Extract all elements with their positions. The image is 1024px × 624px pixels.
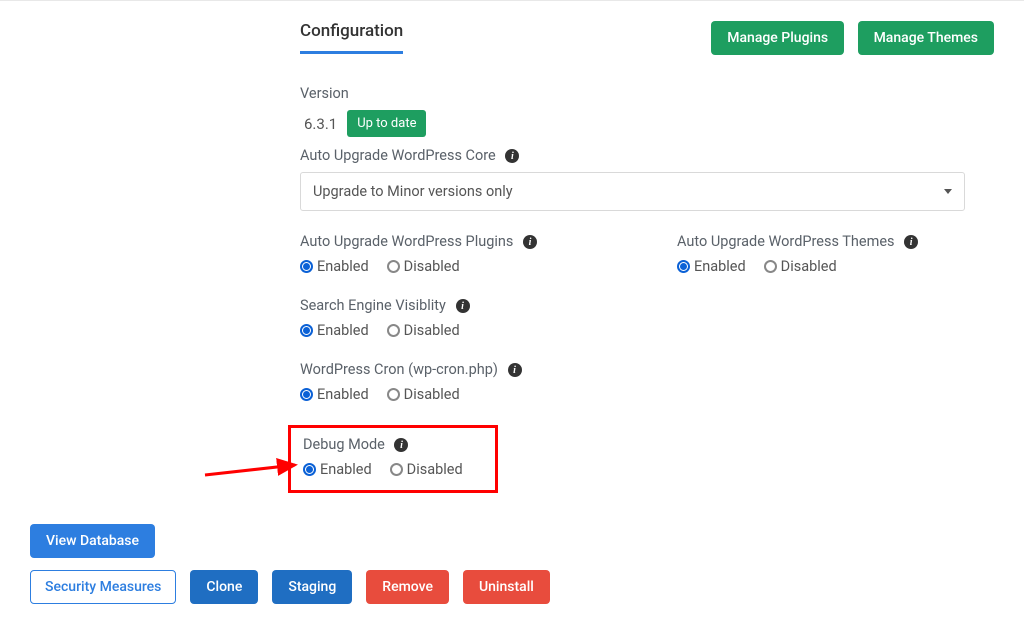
uninstall-button[interactable]: Uninstall bbox=[463, 570, 550, 604]
info-icon[interactable]: i bbox=[456, 299, 470, 313]
search-enabled-radio[interactable]: Enabled bbox=[300, 322, 369, 339]
clone-button[interactable]: Clone bbox=[190, 570, 258, 604]
version-label: Version bbox=[300, 85, 994, 102]
tab-configuration[interactable]: Configuration bbox=[300, 21, 403, 54]
debug-enabled-radio[interactable]: Enabled bbox=[303, 461, 372, 478]
themes-disabled-radio[interactable]: Disabled bbox=[764, 258, 837, 275]
bottom-actions: View Database Security Measures Clone St… bbox=[30, 524, 550, 604]
info-icon[interactable]: i bbox=[505, 149, 519, 163]
debug-disabled-radio[interactable]: Disabled bbox=[390, 461, 463, 478]
version-status-badge: Up to date bbox=[347, 110, 426, 137]
themes-enabled-radio[interactable]: Enabled bbox=[677, 258, 746, 275]
search-disabled-radio[interactable]: Disabled bbox=[387, 322, 460, 339]
debug-mode-label: Debug Mode bbox=[303, 436, 385, 453]
info-icon[interactable]: i bbox=[508, 363, 522, 377]
manage-themes-button[interactable]: Manage Themes bbox=[858, 21, 994, 55]
remove-button[interactable]: Remove bbox=[366, 570, 449, 604]
version-value: 6.3.1 bbox=[300, 115, 337, 133]
search-visibility-section: Search Engine Visiblity i Enabled Disabl… bbox=[300, 297, 994, 339]
plugins-enabled-radio[interactable]: Enabled bbox=[300, 258, 369, 275]
auto-upgrade-core-selected: Upgrade to Minor versions only bbox=[313, 183, 513, 200]
debug-mode-highlight: Debug Mode i Enabled Disabled bbox=[288, 425, 498, 493]
security-measures-button[interactable]: Security Measures bbox=[30, 570, 176, 604]
wp-cron-section: WordPress Cron (wp-cron.php) i Enabled D… bbox=[300, 361, 994, 403]
view-database-button[interactable]: View Database bbox=[30, 524, 155, 558]
info-icon[interactable]: i bbox=[904, 235, 918, 249]
wp-cron-label: WordPress Cron (wp-cron.php) bbox=[300, 361, 498, 378]
auto-upgrade-core-label: Auto Upgrade WordPress Core i bbox=[300, 147, 994, 164]
info-icon[interactable]: i bbox=[394, 438, 408, 452]
manage-plugins-button[interactable]: Manage Plugins bbox=[711, 21, 844, 55]
cron-disabled-radio[interactable]: Disabled bbox=[387, 386, 460, 403]
staging-button[interactable]: Staging bbox=[272, 570, 352, 604]
auto-upgrade-plugins-label: Auto Upgrade WordPress Plugins bbox=[300, 233, 513, 250]
auto-upgrade-themes-label: Auto Upgrade WordPress Themes bbox=[677, 233, 895, 250]
auto-upgrade-plugins-section: Auto Upgrade WordPress Plugins i Enabled… bbox=[300, 233, 537, 275]
cron-enabled-radio[interactable]: Enabled bbox=[300, 386, 369, 403]
auto-upgrade-core-select[interactable]: Upgrade to Minor versions only bbox=[300, 172, 965, 211]
header-actions: Manage Plugins Manage Themes bbox=[701, 21, 994, 55]
search-visibility-label: Search Engine Visiblity bbox=[300, 297, 446, 314]
auto-upgrade-themes-section: Auto Upgrade WordPress Themes i Enabled … bbox=[677, 233, 918, 275]
info-icon[interactable]: i bbox=[523, 235, 537, 249]
plugins-disabled-radio[interactable]: Disabled bbox=[387, 258, 460, 275]
chevron-down-icon bbox=[944, 189, 952, 194]
version-section: Version 6.3.1 Up to date Auto Upgrade Wo… bbox=[300, 85, 994, 211]
